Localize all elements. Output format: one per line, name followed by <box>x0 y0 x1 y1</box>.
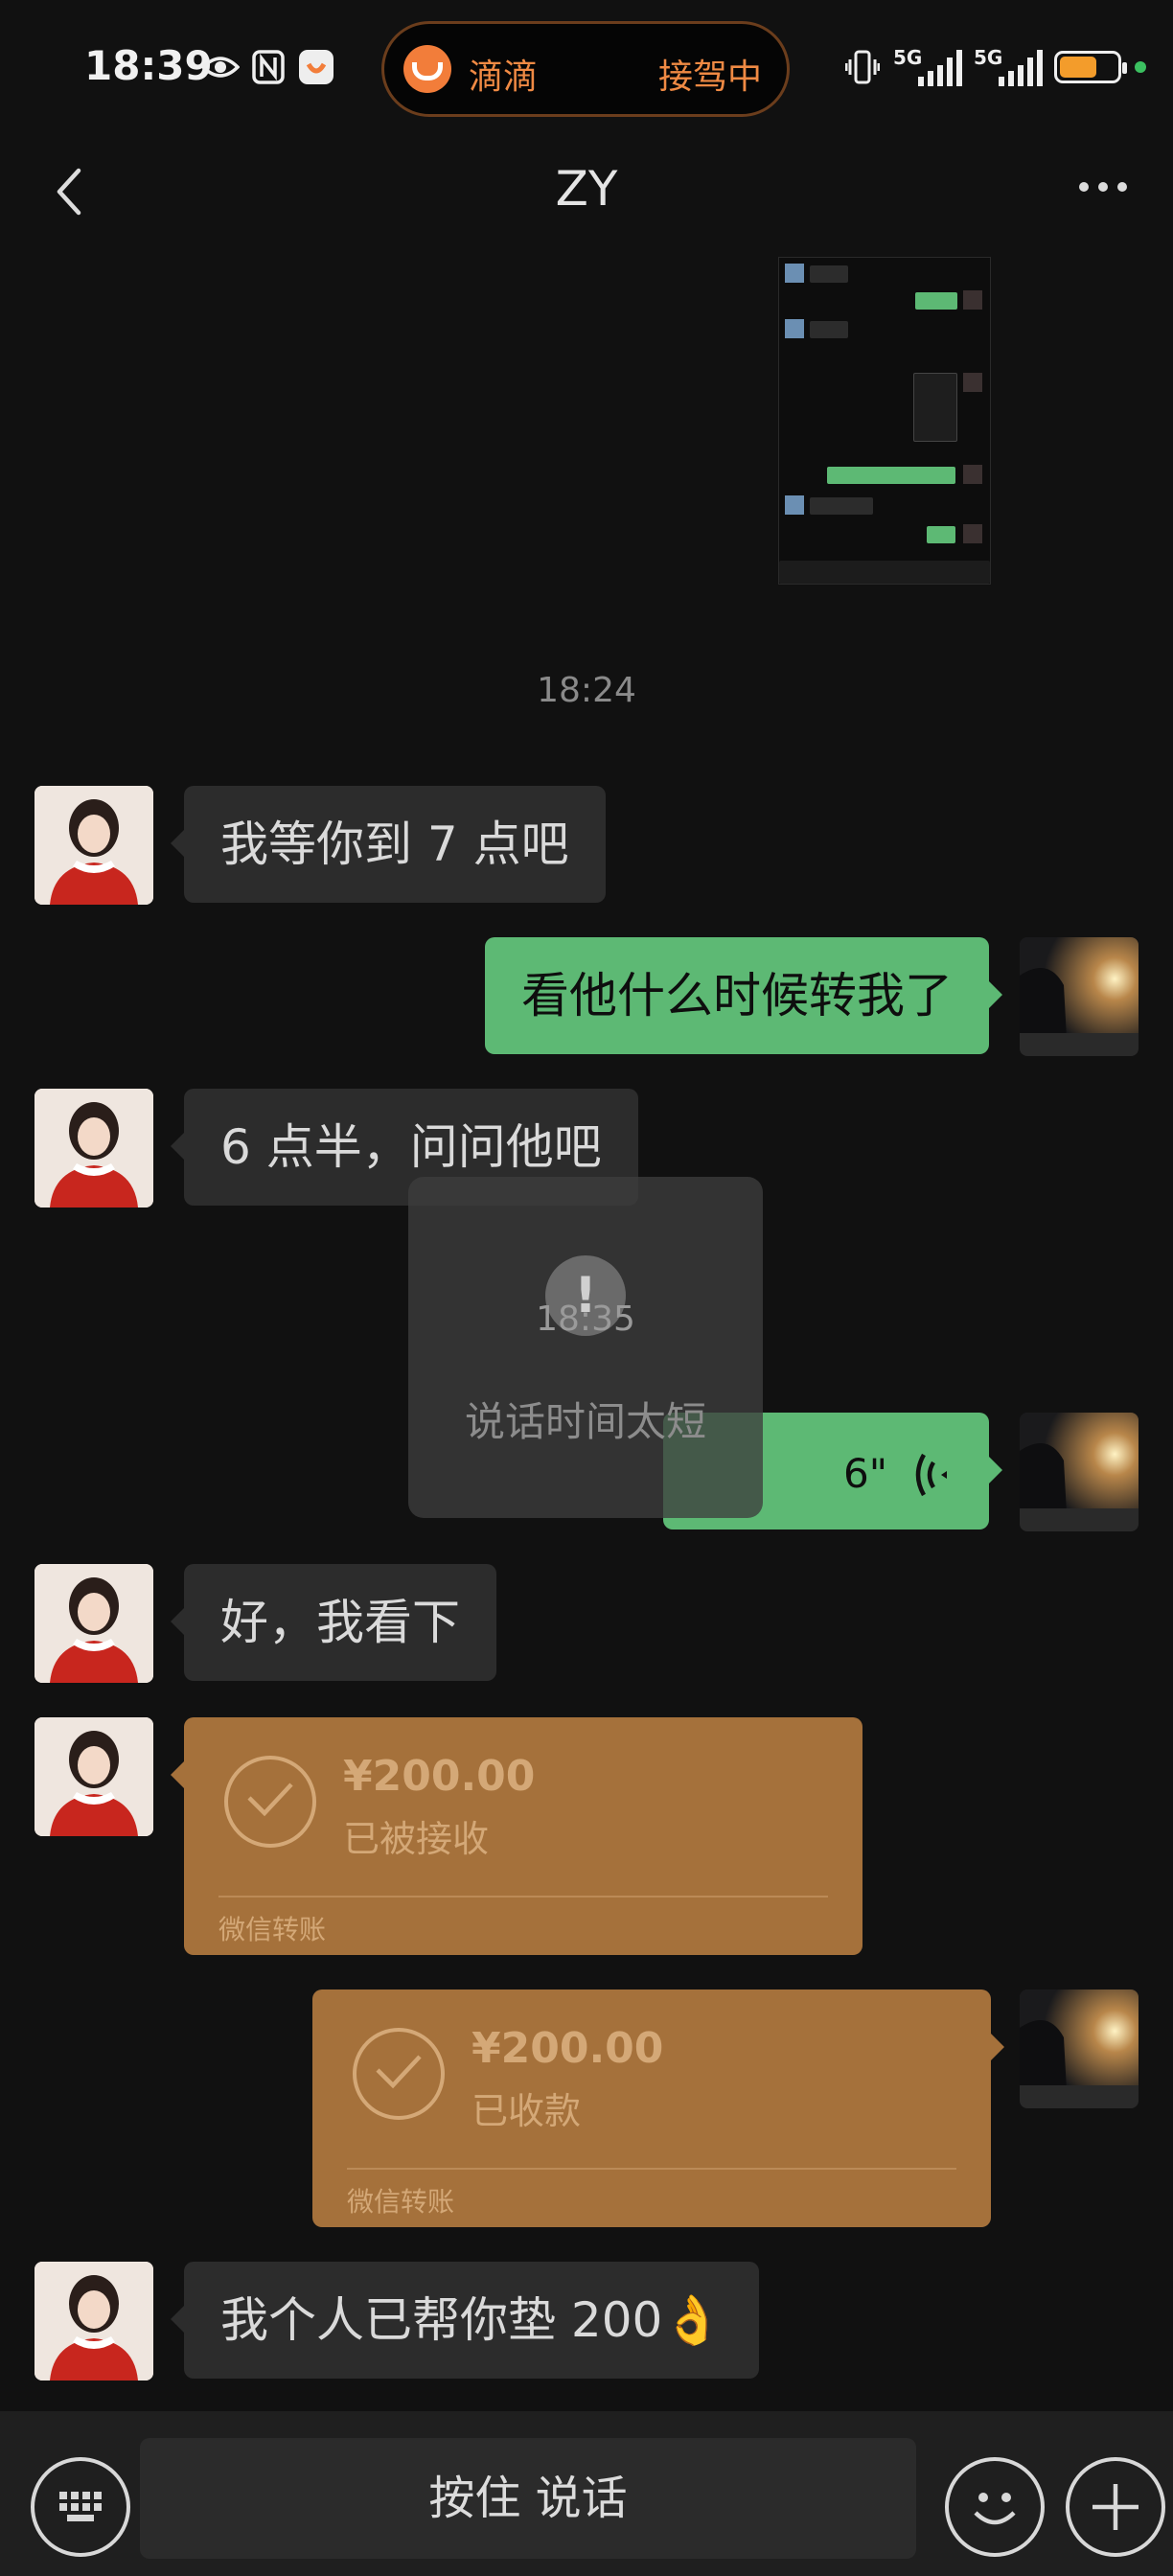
emoji-icon[interactable] <box>945 2457 1045 2557</box>
signal-icon: 5G <box>893 46 962 88</box>
vibrate-icon <box>844 48 881 86</box>
contact-avatar[interactable] <box>34 1089 153 1208</box>
contact-avatar[interactable] <box>34 2262 153 2380</box>
message-timestamp: 18:24 <box>537 671 636 710</box>
outgoing-transfer-card[interactable]: ¥200.00 已收款 微信转账 <box>312 1990 1004 2227</box>
my-avatar[interactable] <box>1020 1990 1138 2108</box>
transfer-label: 微信转账 <box>347 2186 455 2218</box>
incoming-message[interactable]: 我等你到 7 点吧 <box>171 786 606 903</box>
incoming-message[interactable]: 我个人已帮你垫 200👌 <box>171 2262 759 2379</box>
nfc-icon <box>249 48 288 86</box>
outgoing-message[interactable]: 看他什么时候转我了 <box>485 937 1002 1054</box>
incoming-message[interactable]: 好，我看下 <box>171 1564 496 1681</box>
voice-wave-icon <box>915 1453 947 1496</box>
contact-avatar[interactable] <box>34 786 153 905</box>
message-timestamp: 18:35 <box>536 1300 635 1339</box>
plus-icon[interactable] <box>1066 2457 1165 2557</box>
incoming-transfer-card[interactable]: ¥200.00 已被接收 微信转账 <box>171 1717 862 1955</box>
keyboard-icon[interactable] <box>31 2457 130 2557</box>
chat-header: ZY <box>0 144 1173 240</box>
battery-icon <box>1054 51 1127 83</box>
privacy-indicator-dot <box>1135 61 1146 73</box>
transfer-amount: ¥200.00 <box>472 2024 664 2073</box>
didi-notification-icon <box>297 48 335 86</box>
didi-logo-icon <box>403 45 451 93</box>
voice-duration: 6" <box>843 1450 888 1497</box>
status-bar: 18:39 滴滴 接驾中 5G 5G <box>0 0 1173 144</box>
toast-message: 说话时间太短 <box>464 1398 706 1445</box>
shared-screenshot-image[interactable] <box>778 257 991 585</box>
hold-to-talk-button[interactable]: 按住 说话 <box>140 2438 916 2559</box>
my-avatar[interactable] <box>1020 937 1138 1056</box>
transfer-status: 已收款 <box>472 2090 582 2132</box>
eye-icon <box>201 48 240 86</box>
chat-input-bar: 按住 说话 <box>0 2411 1173 2576</box>
check-circle-icon <box>224 1756 316 1848</box>
transfer-amount: ¥200.00 <box>343 1752 536 1801</box>
recording-too-short-toast: ! 18:35 说话时间太短 <box>408 1177 763 1518</box>
live-activity-status: 接驾中 <box>657 58 762 97</box>
status-time: 18:39 <box>84 42 213 89</box>
transfer-status: 已被接收 <box>343 1818 490 1860</box>
divider <box>218 1896 828 1898</box>
check-circle-icon <box>353 2028 445 2120</box>
contact-avatar[interactable] <box>34 1564 153 1683</box>
transfer-label: 微信转账 <box>218 1914 327 1945</box>
more-options-icon[interactable] <box>1079 182 1127 192</box>
signal-icon-2: 5G <box>974 46 1043 88</box>
live-activity-app: 滴滴 <box>469 58 539 97</box>
divider <box>347 2168 956 2170</box>
contact-avatar[interactable] <box>34 1717 153 1836</box>
chat-title: ZY <box>555 161 618 217</box>
my-avatar[interactable] <box>1020 1413 1138 1531</box>
live-activity-pill[interactable]: 滴滴 接驾中 <box>381 21 790 117</box>
